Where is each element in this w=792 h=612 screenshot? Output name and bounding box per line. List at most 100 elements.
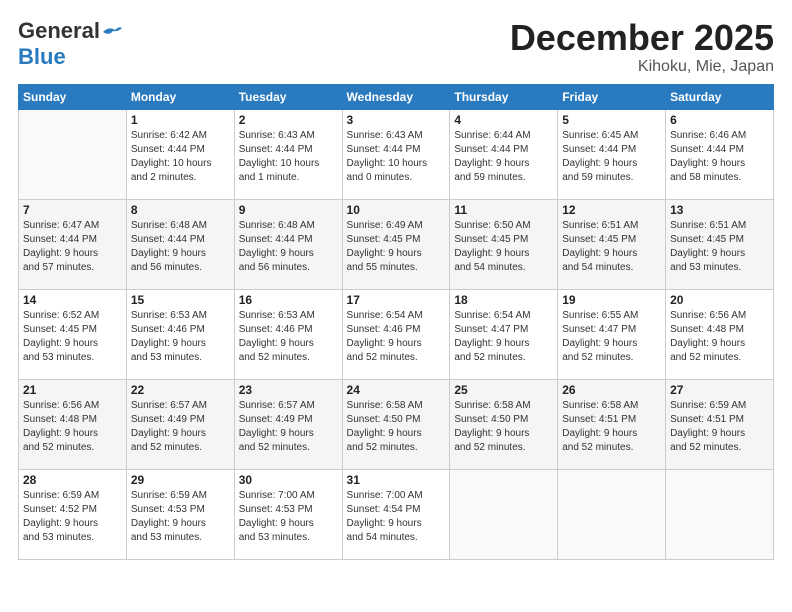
page-title: December 2025	[510, 18, 774, 58]
cell-info: Sunrise: 6:59 AMSunset: 4:51 PMDaylight:…	[670, 399, 769, 455]
cell-info: Sunrise: 6:54 AMSunset: 4:47 PMDaylight:…	[454, 309, 553, 365]
cell-info: Sunrise: 6:45 AMSunset: 4:44 PMDaylight:…	[562, 129, 661, 185]
cell-date: 17	[347, 293, 446, 307]
calendar-cell: 31 Sunrise: 7:00 AMSunset: 4:54 PMDayligh…	[342, 469, 450, 559]
cell-info: Sunrise: 6:53 AMSunset: 4:46 PMDaylight:…	[239, 309, 338, 365]
calendar-cell: 16 Sunrise: 6:53 AMSunset: 4:46 PMDayligh…	[234, 289, 342, 379]
cell-date: 7	[23, 203, 122, 217]
cell-date: 20	[670, 293, 769, 307]
cell-info: Sunrise: 6:46 AMSunset: 4:44 PMDaylight:…	[670, 129, 769, 185]
cell-date: 4	[454, 113, 553, 127]
calendar-header-tuesday: Tuesday	[234, 84, 342, 109]
calendar-cell: 18 Sunrise: 6:54 AMSunset: 4:47 PMDayligh…	[450, 289, 558, 379]
cell-date: 5	[562, 113, 661, 127]
calendar-header-thursday: Thursday	[450, 84, 558, 109]
cell-info: Sunrise: 6:48 AMSunset: 4:44 PMDaylight:…	[239, 219, 338, 275]
calendar-cell: 7 Sunrise: 6:47 AMSunset: 4:44 PMDaylight…	[19, 199, 127, 289]
cell-info: Sunrise: 6:51 AMSunset: 4:45 PMDaylight:…	[670, 219, 769, 275]
cell-date: 16	[239, 293, 338, 307]
cell-date: 31	[347, 473, 446, 487]
cell-date: 8	[131, 203, 230, 217]
cell-date: 28	[23, 473, 122, 487]
calendar-cell: 1 Sunrise: 6:42 AMSunset: 4:44 PMDaylight…	[126, 109, 234, 199]
cell-info: Sunrise: 6:50 AMSunset: 4:45 PMDaylight:…	[454, 219, 553, 275]
cell-info: Sunrise: 6:55 AMSunset: 4:47 PMDaylight:…	[562, 309, 661, 365]
cell-info: Sunrise: 6:56 AMSunset: 4:48 PMDaylight:…	[23, 399, 122, 455]
cell-info: Sunrise: 6:43 AMSunset: 4:44 PMDaylight:…	[347, 129, 446, 185]
calendar-cell	[19, 109, 127, 199]
cell-date: 22	[131, 383, 230, 397]
calendar: SundayMondayTuesdayWednesdayThursdayFrid…	[18, 84, 774, 560]
cell-date: 2	[239, 113, 338, 127]
calendar-week-2: 7 Sunrise: 6:47 AMSunset: 4:44 PMDaylight…	[19, 199, 774, 289]
calendar-header-sunday: Sunday	[19, 84, 127, 109]
cell-date: 24	[347, 383, 446, 397]
calendar-cell: 12Sunrise: 6:51 AMSunset: 4:45 PMDayligh…	[558, 199, 666, 289]
cell-info: Sunrise: 6:49 AMSunset: 4:45 PMDaylight:…	[347, 219, 446, 275]
logo: General Blue	[18, 18, 123, 70]
cell-date: 3	[347, 113, 446, 127]
logo-bird-icon	[101, 24, 123, 40]
cell-date: 30	[239, 473, 338, 487]
calendar-cell: 22 Sunrise: 6:57 AMSunset: 4:49 PMDayligh…	[126, 379, 234, 469]
calendar-cell: 17 Sunrise: 6:54 AMSunset: 4:46 PMDayligh…	[342, 289, 450, 379]
calendar-cell: 20 Sunrise: 6:56 AMSunset: 4:48 PMDayligh…	[666, 289, 774, 379]
cell-date: 18	[454, 293, 553, 307]
calendar-cell: 3 Sunrise: 6:43 AMSunset: 4:44 PMDaylight…	[342, 109, 450, 199]
calendar-cell	[558, 469, 666, 559]
cell-date: 21	[23, 383, 122, 397]
calendar-cell: 19 Sunrise: 6:55 AMSunset: 4:47 PMDayligh…	[558, 289, 666, 379]
cell-date: 13	[670, 203, 769, 217]
calendar-cell: 21 Sunrise: 6:56 AMSunset: 4:48 PMDayligh…	[19, 379, 127, 469]
title-block: December 2025 Kihoku, Mie, Japan	[510, 18, 774, 76]
calendar-cell: 27 Sunrise: 6:59 AMSunset: 4:51 PMDayligh…	[666, 379, 774, 469]
cell-info: Sunrise: 6:51 AMSunset: 4:45 PMDaylight:…	[562, 219, 661, 275]
cell-info: Sunrise: 6:47 AMSunset: 4:44 PMDaylight:…	[23, 219, 122, 275]
calendar-cell: 23Sunrise: 6:57 AMSunset: 4:49 PMDayligh…	[234, 379, 342, 469]
logo-text: General	[18, 18, 123, 44]
cell-date: 19	[562, 293, 661, 307]
calendar-week-3: 14 Sunrise: 6:52 AMSunset: 4:45 PMDayligh…	[19, 289, 774, 379]
calendar-cell: 4Sunrise: 6:44 AMSunset: 4:44 PMDaylight…	[450, 109, 558, 199]
calendar-cell: 26Sunrise: 6:58 AMSunset: 4:51 PMDayligh…	[558, 379, 666, 469]
calendar-header-friday: Friday	[558, 84, 666, 109]
cell-date: 14	[23, 293, 122, 307]
cell-date: 27	[670, 383, 769, 397]
cell-date: 15	[131, 293, 230, 307]
cell-info: Sunrise: 6:57 AMSunset: 4:49 PMDaylight:…	[131, 399, 230, 455]
cell-info: Sunrise: 6:54 AMSunset: 4:46 PMDaylight:…	[347, 309, 446, 365]
page: General Blue December 2025 Kihoku, Mie, …	[0, 0, 792, 612]
calendar-cell	[450, 469, 558, 559]
cell-info: Sunrise: 6:59 AMSunset: 4:52 PMDaylight:…	[23, 489, 122, 545]
cell-info: Sunrise: 6:48 AMSunset: 4:44 PMDaylight:…	[131, 219, 230, 275]
cell-info: Sunrise: 6:56 AMSunset: 4:48 PMDaylight:…	[670, 309, 769, 365]
calendar-cell: 14 Sunrise: 6:52 AMSunset: 4:45 PMDayligh…	[19, 289, 127, 379]
calendar-cell: 9 Sunrise: 6:48 AMSunset: 4:44 PMDaylight…	[234, 199, 342, 289]
calendar-cell: 5 Sunrise: 6:45 AMSunset: 4:44 PMDaylight…	[558, 109, 666, 199]
calendar-cell: 24Sunrise: 6:58 AMSunset: 4:50 PMDayligh…	[342, 379, 450, 469]
calendar-cell: 28 Sunrise: 6:59 AMSunset: 4:52 PMDayligh…	[19, 469, 127, 559]
cell-date: 11	[454, 203, 553, 217]
logo-general: General	[18, 18, 100, 43]
calendar-week-4: 21 Sunrise: 6:56 AMSunset: 4:48 PMDayligh…	[19, 379, 774, 469]
calendar-cell: 29 Sunrise: 6:59 AMSunset: 4:53 PMDayligh…	[126, 469, 234, 559]
calendar-cell: 11 Sunrise: 6:50 AMSunset: 4:45 PMDayligh…	[450, 199, 558, 289]
cell-info: Sunrise: 7:00 AMSunset: 4:54 PMDaylight:…	[347, 489, 446, 545]
cell-info: Sunrise: 7:00 AMSunset: 4:53 PMDaylight:…	[239, 489, 338, 545]
cell-date: 1	[131, 113, 230, 127]
calendar-cell: 13 Sunrise: 6:51 AMSunset: 4:45 PMDayligh…	[666, 199, 774, 289]
cell-info: Sunrise: 6:52 AMSunset: 4:45 PMDaylight:…	[23, 309, 122, 365]
calendar-header-row: SundayMondayTuesdayWednesdayThursdayFrid…	[19, 84, 774, 109]
calendar-header-wednesday: Wednesday	[342, 84, 450, 109]
cell-info: Sunrise: 6:59 AMSunset: 4:53 PMDaylight:…	[131, 489, 230, 545]
cell-info: Sunrise: 6:53 AMSunset: 4:46 PMDaylight:…	[131, 309, 230, 365]
cell-info: Sunrise: 6:57 AMSunset: 4:49 PMDaylight:…	[239, 399, 338, 455]
calendar-cell: 10Sunrise: 6:49 AMSunset: 4:45 PMDayligh…	[342, 199, 450, 289]
cell-info: Sunrise: 6:58 AMSunset: 4:51 PMDaylight:…	[562, 399, 661, 455]
cell-date: 9	[239, 203, 338, 217]
calendar-cell: 8 Sunrise: 6:48 AMSunset: 4:44 PMDaylight…	[126, 199, 234, 289]
cell-info: Sunrise: 6:42 AMSunset: 4:44 PMDaylight:…	[131, 129, 230, 185]
calendar-header-monday: Monday	[126, 84, 234, 109]
cell-date: 29	[131, 473, 230, 487]
page-subtitle: Kihoku, Mie, Japan	[510, 58, 774, 76]
